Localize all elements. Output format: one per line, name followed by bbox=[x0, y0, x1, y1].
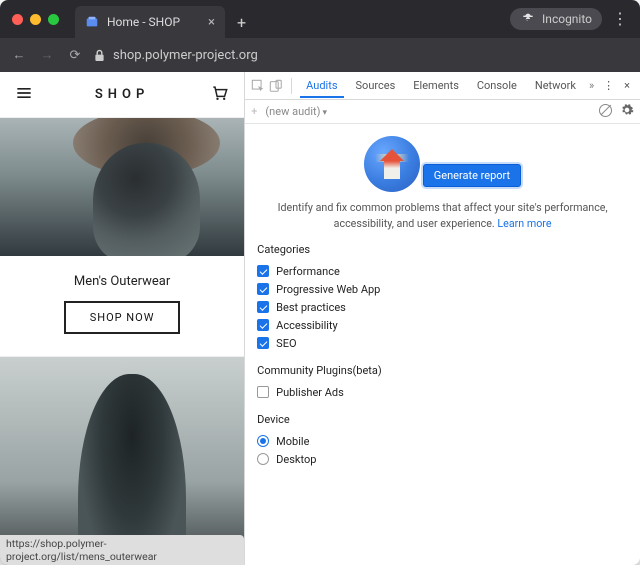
option-label: Mobile bbox=[276, 435, 309, 448]
plugins-heading: Community Plugins(beta) bbox=[257, 364, 628, 377]
audits-description: Identify and fix common problems that af… bbox=[257, 200, 628, 231]
reload-button[interactable]: ⟳ bbox=[66, 48, 84, 63]
minimize-window-button[interactable] bbox=[30, 14, 41, 25]
option-label: Publisher Ads bbox=[276, 386, 344, 399]
radio-mobile[interactable]: Mobile bbox=[257, 432, 628, 450]
categories-heading: Categories bbox=[257, 243, 628, 256]
lock-icon bbox=[94, 49, 105, 62]
device-toolbar-icon[interactable] bbox=[269, 79, 283, 93]
option-label: Performance bbox=[276, 265, 340, 278]
checkbox-progressive-web-app[interactable]: Progressive Web App bbox=[257, 280, 628, 298]
incognito-icon bbox=[520, 11, 536, 27]
shop-now-button[interactable]: SHOP NOW bbox=[64, 301, 181, 334]
link-status-bar: https://shop.polymer-project.org/list/me… bbox=[0, 535, 244, 565]
checkbox-icon bbox=[257, 337, 269, 349]
incognito-label: Incognito bbox=[542, 12, 592, 26]
back-button[interactable]: ← bbox=[10, 47, 28, 63]
checkbox-publisher-ads[interactable]: Publisher Ads bbox=[257, 383, 628, 401]
device-heading: Device bbox=[257, 413, 628, 426]
option-label: Desktop bbox=[276, 453, 316, 466]
devtools-tabstrip: Audits Sources Elements Console Network … bbox=[245, 72, 640, 100]
devtools-tab-console[interactable]: Console bbox=[471, 73, 523, 98]
option-label: Accessibility bbox=[276, 319, 338, 332]
checkbox-icon bbox=[257, 301, 269, 313]
hero-image bbox=[0, 118, 244, 256]
checkbox-seo[interactable]: SEO bbox=[257, 334, 628, 352]
new-audit-button[interactable]: + bbox=[251, 105, 257, 118]
titlebar: Home - SHOP × + Incognito ⋮ bbox=[0, 0, 640, 38]
devtools-panel: Audits Sources Elements Console Network … bbox=[244, 72, 640, 565]
devtools-menu-button[interactable]: ⋮ bbox=[601, 79, 616, 92]
audits-settings-icon[interactable] bbox=[620, 103, 634, 120]
option-label: SEO bbox=[276, 337, 296, 350]
devtools-more-tabs[interactable]: » bbox=[586, 79, 597, 92]
incognito-badge[interactable]: Incognito bbox=[510, 8, 602, 30]
lighthouse-icon bbox=[364, 136, 420, 192]
checkbox-icon bbox=[257, 265, 269, 277]
checkbox-icon bbox=[257, 386, 269, 398]
cart-icon[interactable] bbox=[210, 83, 230, 107]
browser-window: Home - SHOP × + Incognito ⋮ ← → ⟳ shop.p… bbox=[0, 0, 640, 565]
audit-selector[interactable]: (new audit)▾ bbox=[265, 105, 327, 118]
checkbox-accessibility[interactable]: Accessibility bbox=[257, 316, 628, 334]
tab-title: Home - SHOP bbox=[107, 15, 180, 29]
option-label: Progressive Web App bbox=[276, 283, 380, 296]
devtools-close-button[interactable]: × bbox=[620, 79, 634, 92]
browser-tab[interactable]: Home - SHOP × bbox=[75, 6, 225, 38]
audits-panel: Generate report Identify and fix common … bbox=[245, 124, 640, 482]
radio-icon bbox=[257, 435, 269, 447]
site-header: SHOP bbox=[0, 72, 244, 118]
option-label: Best practices bbox=[276, 301, 346, 314]
checkbox-performance[interactable]: Performance bbox=[257, 262, 628, 280]
favicon-icon bbox=[85, 15, 99, 29]
address-bar[interactable]: shop.polymer-project.org bbox=[94, 48, 630, 63]
category-card: Men's Outerwear SHOP NOW bbox=[0, 256, 244, 357]
new-tab-button[interactable]: + bbox=[225, 6, 258, 38]
learn-more-link[interactable]: Learn more bbox=[497, 217, 551, 230]
menu-icon[interactable] bbox=[14, 83, 34, 107]
toolbar: ← → ⟳ shop.polymer-project.org bbox=[0, 38, 640, 72]
clear-icon[interactable] bbox=[599, 104, 612, 120]
url-text: shop.polymer-project.org bbox=[113, 48, 258, 63]
devtools-tab-sources[interactable]: Sources bbox=[350, 73, 402, 98]
audits-toolbar: + (new audit)▾ bbox=[245, 100, 640, 124]
hero-image-2 bbox=[0, 357, 244, 565]
devtools-tab-network[interactable]: Network bbox=[529, 73, 582, 98]
category-title: Men's Outerwear bbox=[10, 274, 234, 289]
checkbox-icon bbox=[257, 319, 269, 331]
close-tab-button[interactable]: × bbox=[200, 15, 215, 30]
devtools-tab-elements[interactable]: Elements bbox=[407, 73, 465, 98]
maximize-window-button[interactable] bbox=[48, 14, 59, 25]
forward-button[interactable]: → bbox=[38, 47, 56, 63]
page-viewport: SHOP Men's Outerwear SHOP NOW https://sh… bbox=[0, 72, 244, 565]
checkbox-icon bbox=[257, 283, 269, 295]
radio-desktop[interactable]: Desktop bbox=[257, 450, 628, 468]
radio-icon bbox=[257, 453, 269, 465]
generate-report-button[interactable]: Generate report bbox=[423, 164, 521, 187]
devtools-tab-audits[interactable]: Audits bbox=[300, 73, 343, 98]
inspect-element-icon[interactable] bbox=[251, 79, 265, 93]
close-window-button[interactable] bbox=[12, 14, 23, 25]
browser-menu-button[interactable]: ⋮ bbox=[612, 11, 628, 27]
window-controls bbox=[0, 0, 71, 38]
site-logo[interactable]: SHOP bbox=[34, 87, 210, 102]
checkbox-best-practices[interactable]: Best practices bbox=[257, 298, 628, 316]
